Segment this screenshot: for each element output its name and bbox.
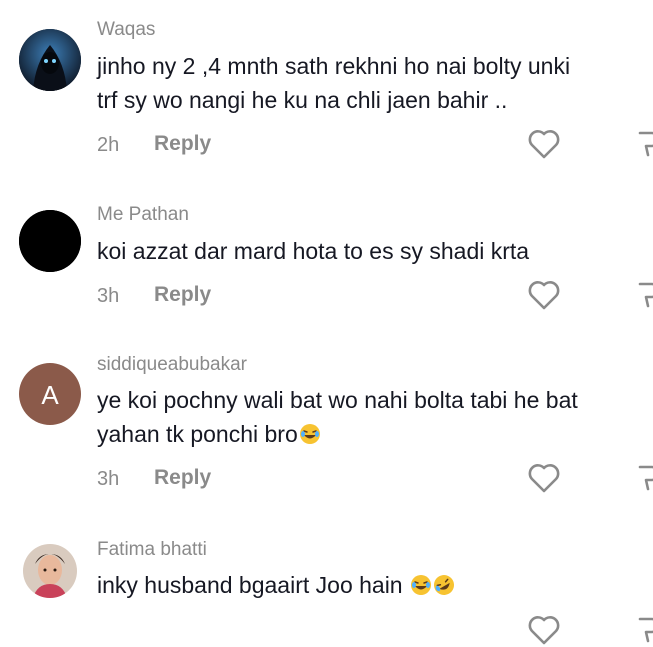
username[interactable]: Me Pathan [97, 204, 189, 226]
laughing-emoji-icon [411, 575, 431, 595]
svg-text:A: A [41, 380, 59, 410]
heart-outline-icon[interactable] [527, 128, 561, 160]
comment-item: Fatima bhatti inky husband bgaairt Joo h… [0, 530, 653, 645]
reply-button[interactable]: Reply [154, 466, 211, 490]
reply-button[interactable]: Reply [154, 283, 211, 307]
timestamp: 3h [97, 285, 120, 307]
comment-line: inky husband bgaairt Joo hain [97, 572, 409, 598]
comment-item: Me Pathan koi azzat dar mard hota to es … [0, 190, 653, 340]
heart-outline-icon[interactable] [527, 462, 561, 494]
comment-line: koi azzat dar mard hota to es sy shadi k… [97, 238, 530, 264]
comment-text: jinho ny 2 ,4 mnth sath rekhni ho nai bo… [97, 49, 653, 117]
username[interactable]: siddiqueabubakar [97, 354, 247, 376]
comment-line: ye koi pochny wali bat wo nahi bolta tab… [97, 387, 578, 413]
avatar[interactable] [19, 210, 81, 272]
black-circle-avatar [19, 210, 81, 272]
comment-text: koi azzat dar mard hota to es sy shadi k… [97, 234, 653, 268]
photo-avatar [23, 544, 77, 598]
username[interactable]: Fatima bhatti [97, 539, 207, 561]
hooded-figure-avatar [19, 29, 81, 91]
comment-item: Waqas jinho ny 2 ,4 mnth sath rekhni ho … [0, 0, 653, 190]
dislike-icon[interactable] [630, 613, 653, 647]
comment-line-with-emoji: inky husband bgaairt Joo hain [97, 568, 653, 602]
heart-outline-icon[interactable] [527, 279, 561, 311]
comment-text: ye koi pochny wali bat wo nahi bolta tab… [97, 383, 653, 451]
rofl-emoji-icon [434, 575, 454, 595]
comment-line: yahan tk ponchi bro [97, 421, 298, 447]
comment-line: jinho ny 2 ,4 mnth sath rekhni ho nai bo… [97, 53, 571, 79]
dislike-icon[interactable] [630, 127, 653, 161]
letter-avatar: A [19, 363, 81, 425]
username[interactable]: Waqas [97, 19, 155, 41]
comment-line: trf sy wo nangi he ku na chli jaen bahir… [97, 87, 508, 113]
comment-text: inky husband bgaairt Joo hain [97, 568, 653, 602]
timestamp: 3h [97, 468, 120, 490]
timestamp: 2h [97, 134, 120, 156]
dislike-icon[interactable] [630, 278, 653, 312]
comment-line-with-emoji: yahan tk ponchi bro [97, 417, 653, 451]
laughing-emoji-icon [299, 424, 320, 444]
avatar[interactable]: A [19, 363, 81, 425]
dislike-icon[interactable] [630, 461, 653, 495]
comment-item: A siddiqueabubakar ye koi pochny wali ba… [0, 340, 653, 530]
avatar[interactable] [23, 544, 77, 598]
avatar[interactable] [19, 29, 81, 91]
reply-button[interactable]: Reply [154, 132, 211, 156]
